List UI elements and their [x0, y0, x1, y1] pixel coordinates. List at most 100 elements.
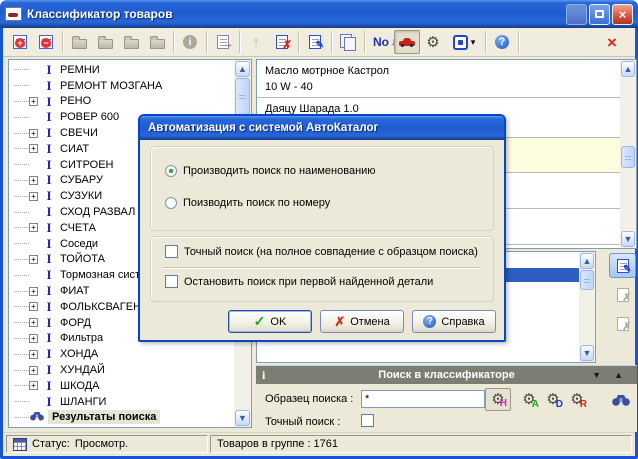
search-mode-r-button[interactable]: ⚙R: [564, 388, 590, 411]
checkbox-exact-search[interactable]: Точный поиск (на полное совпадение с обр…: [165, 245, 478, 258]
toolbar-separator: [239, 31, 240, 53]
document-delete-icon: ✗: [617, 288, 629, 302]
scroll-thumb[interactable]: [235, 78, 250, 116]
status-label: Статус:: [32, 438, 70, 450]
cancel-button[interactable]: ✗Отмена: [320, 310, 404, 333]
search-sample-input[interactable]: [361, 390, 485, 408]
classifier-search-panel: Поиск в классификаторе i ▼ ▲ Образец пои…: [256, 365, 637, 432]
copy-button[interactable]: [335, 30, 361, 54]
scroll-up-icon[interactable]: ▲: [580, 253, 594, 269]
search-mode-d-button[interactable]: ⚙D: [540, 388, 566, 411]
title-bar: Классификатор товаров ×: [0, 0, 638, 28]
delete-document-button[interactable]: ✗: [269, 30, 295, 54]
main-toolbar: + − i → ↑ ✗ ✎ No↓ ⚙ ▾ ? ×: [3, 28, 635, 57]
scroll-down-icon[interactable]: ▼: [235, 410, 250, 426]
view-mode-button[interactable]: ▾: [446, 30, 482, 54]
search-panel-title: Поиск в классификаторе: [256, 369, 637, 381]
checkbox-icon[interactable]: [165, 275, 178, 288]
expand-icon[interactable]: +: [29, 366, 38, 375]
edit-detail-button[interactable]: ✎: [609, 253, 636, 278]
scroll-thumb[interactable]: [580, 270, 594, 290]
up-arrow-icon: ↑: [252, 34, 260, 51]
expand-icon[interactable]: +: [29, 176, 38, 185]
folder-icon: [150, 39, 165, 49]
expand-icon[interactable]: +: [29, 381, 38, 390]
expand-icon[interactable]: +: [29, 302, 38, 311]
groupbox-separator: [163, 267, 481, 268]
tree-item[interactable]: +IРЕНО: [9, 94, 234, 110]
expand-icon[interactable]: +: [29, 287, 38, 296]
add-item-button[interactable]: +: [7, 30, 33, 54]
collapse-icon[interactable]: ▼: [592, 370, 601, 380]
expand-icon[interactable]: +: [29, 255, 38, 264]
help-button[interactable]: ?: [489, 30, 515, 54]
tree-item[interactable]: IРЕМНИ: [9, 62, 234, 78]
info-icon: i: [183, 35, 197, 49]
edit-properties-button[interactable]: →: [210, 30, 236, 54]
dialog-buttons: ✓OK ✗Отмена ?Справка: [140, 310, 496, 333]
dialog-title-bar: Автоматизация с системой АвтоКаталог: [140, 116, 504, 140]
scroll-down-icon[interactable]: ▼: [621, 231, 635, 247]
expand-icon[interactable]: +: [29, 97, 38, 106]
badge-icon: [453, 35, 468, 50]
expand-icon[interactable]: ▲: [614, 370, 623, 380]
tree-item[interactable]: IШЛАНГИ: [9, 394, 234, 410]
toolbar-separator: [485, 31, 486, 53]
scroll-up-icon[interactable]: ▲: [621, 61, 635, 77]
minimize-button[interactable]: [566, 4, 587, 25]
search-options-groupbox: Точный поиск (на полное совпадение с обр…: [150, 236, 494, 302]
autocatalog-button[interactable]: [394, 30, 420, 54]
status-value: Просмотр.: [75, 438, 128, 450]
expand-icon[interactable]: +: [29, 350, 38, 359]
folder-icon: [72, 39, 87, 49]
edit-document-button[interactable]: ✎: [302, 30, 328, 54]
expand-icon[interactable]: +: [29, 192, 38, 201]
number-icon: No↓: [373, 35, 389, 49]
radio-search-by-name[interactable]: Производить поиск по наименованию: [165, 165, 376, 177]
close-button[interactable]: ×: [612, 4, 633, 25]
tree-item[interactable]: +IШКОДА: [9, 378, 234, 394]
tree-item[interactable]: IРЕМОНТ МОЗГАНА: [9, 78, 234, 94]
tree-item[interactable]: +IХУНДАЙ: [9, 362, 234, 378]
detail-list-scrollbar[interactable]: ▲ ▼: [579, 252, 595, 362]
help-icon: ?: [495, 35, 509, 49]
expand-icon[interactable]: +: [29, 144, 38, 153]
help-button[interactable]: ?Справка: [412, 310, 496, 333]
scroll-down-icon[interactable]: ▼: [580, 345, 594, 361]
toolbar-separator: [364, 31, 365, 53]
expand-icon[interactable]: +: [29, 129, 38, 138]
toolbar-separator: [173, 31, 174, 53]
number-search-button[interactable]: No↓: [368, 30, 394, 54]
scroll-thumb[interactable]: [621, 146, 635, 168]
remove-item-button[interactable]: −: [33, 30, 59, 54]
expand-icon[interactable]: +: [29, 318, 38, 327]
list-item[interactable]: Масло мотрное Кастрол10 W - 40: [257, 60, 620, 98]
expand-icon[interactable]: +: [29, 334, 38, 343]
close-x-icon: ×: [607, 34, 617, 51]
checkbox-icon[interactable]: [165, 245, 178, 258]
maximize-button[interactable]: [589, 4, 610, 25]
tree-item[interactable]: +IХОНДА: [9, 346, 234, 362]
exact-search-label: Точный поиск :: [265, 416, 340, 428]
ok-button[interactable]: ✓OK: [228, 310, 312, 333]
checkbox-stop-first[interactable]: Остановить поиск при первой найденной де…: [165, 275, 433, 288]
car-icon: [399, 38, 415, 47]
search-mode-article-button[interactable]: ⚙А: [516, 388, 542, 411]
product-list-scrollbar[interactable]: ▲ ▼: [620, 60, 636, 248]
find-button[interactable]: [608, 388, 634, 411]
radio-selected-icon[interactable]: [165, 165, 177, 177]
delete-detail-button: ✗: [609, 282, 636, 307]
toolbar-separator: [206, 31, 207, 53]
exit-button[interactable]: ×: [599, 30, 625, 54]
expand-icon[interactable]: +: [29, 223, 38, 232]
settings-button[interactable]: ⚙: [420, 30, 446, 54]
radio-search-by-number[interactable]: Поизводить поиск по номеру: [165, 197, 330, 209]
dialog-title: Автоматизация с системой АвтоКаталог: [148, 122, 378, 134]
search-mode-name-button[interactable]: ⚙Н: [485, 388, 511, 411]
exact-search-checkbox[interactable]: [361, 414, 374, 427]
maximize-icon: [595, 10, 604, 18]
tree-item-search-results[interactable]: Результаты поиска: [9, 410, 234, 426]
scroll-up-icon[interactable]: ▲: [235, 61, 250, 77]
document-edit-icon: →: [217, 35, 229, 49]
radio-icon[interactable]: [165, 197, 177, 209]
